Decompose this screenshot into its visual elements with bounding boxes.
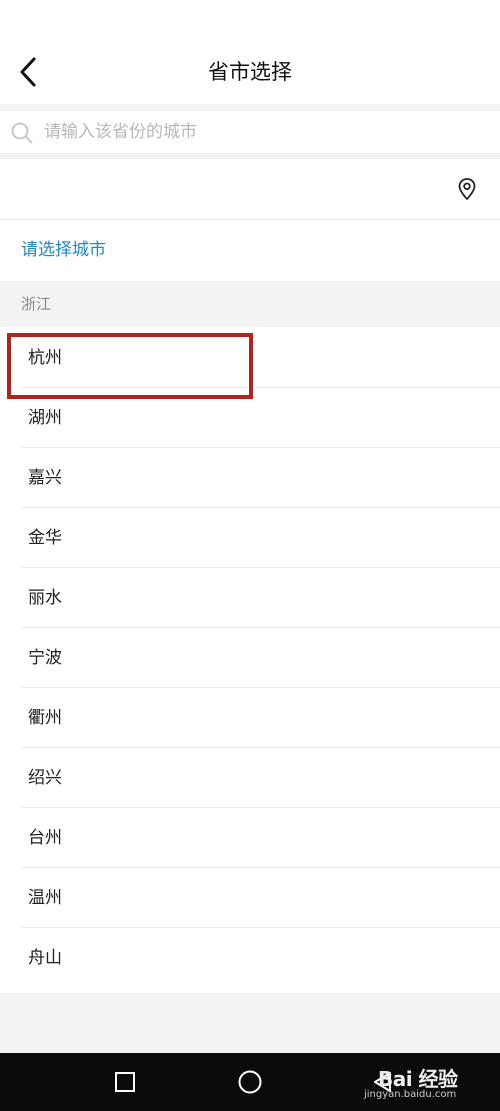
city-item[interactable]: 嘉兴: [0, 448, 500, 508]
home-button[interactable]: [235, 1067, 265, 1097]
recent-apps-button[interactable]: [110, 1067, 140, 1097]
city-item[interactable]: 湖州: [0, 388, 500, 448]
divider: [0, 104, 500, 111]
city-item[interactable]: 舟山: [0, 928, 500, 988]
city-item[interactable]: 台州: [0, 808, 500, 868]
city-item[interactable]: 温州: [0, 868, 500, 928]
city-item[interactable]: 衢州: [0, 688, 500, 748]
page-title: 省市选择: [208, 60, 292, 84]
select-city-prompt: 请选择城市: [21, 240, 106, 260]
city-item[interactable]: 绍兴: [0, 748, 500, 808]
current-location-row[interactable]: [0, 159, 500, 220]
location-pin-icon[interactable]: [456, 177, 478, 201]
search-bar[interactable]: [0, 111, 500, 153]
city-list: 杭州 湖州 嘉兴 金华 丽水 宁波 衢州 绍兴 台州 温州 舟山: [0, 328, 500, 988]
city-item[interactable]: 杭州: [0, 328, 500, 388]
province-section-header: 浙江: [0, 281, 500, 327]
city-item[interactable]: 丽水: [0, 568, 500, 628]
system-nav-bar: Bai 经验 jingyan.baidu.com: [0, 1053, 500, 1111]
system-back-button[interactable]: [368, 1067, 398, 1097]
back-icon: [374, 1072, 391, 1092]
recent-apps-icon: [115, 1072, 135, 1092]
screen: 省市选择 请选择城市 浙江 杭州 湖州 嘉兴 金华 丽水 宁波 衢州 绍兴 台州…: [0, 0, 500, 1111]
search-icon: [11, 122, 33, 144]
header: 省市选择: [0, 0, 500, 104]
city-item[interactable]: 金华: [0, 508, 500, 568]
city-item[interactable]: 宁波: [0, 628, 500, 688]
list-footer-space: [0, 993, 500, 1053]
search-input[interactable]: [44, 118, 484, 146]
home-icon: [238, 1070, 262, 1094]
province-label: 浙江: [21, 295, 52, 313]
